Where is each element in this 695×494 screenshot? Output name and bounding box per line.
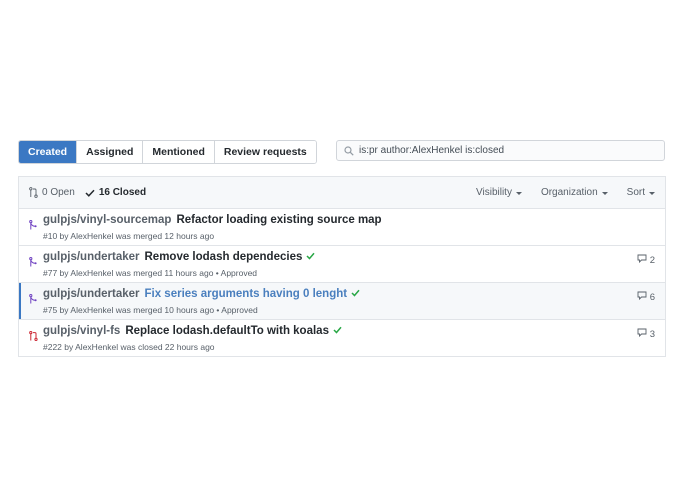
- check-icon: [85, 189, 95, 197]
- comment-count: 6: [649, 291, 655, 303]
- repo-link[interactable]: gulpjs/undertaker: [43, 251, 140, 263]
- comment-count: 3: [649, 328, 655, 340]
- pr-title-link[interactable]: Fix series arguments having 0 lenght: [145, 288, 348, 300]
- check-icon: [333, 325, 342, 337]
- tab-created[interactable]: Created: [19, 141, 77, 163]
- check-icon: [351, 288, 360, 300]
- caret-down-icon: [515, 191, 522, 195]
- merged-pr-icon: [29, 254, 37, 272]
- pr-title-line: gulpjs/vinyl-fs Replace lodash.defaultTo …: [43, 325, 342, 337]
- comments-link[interactable]: 2: [637, 254, 655, 266]
- pr-meta: #77 by AlexHenkel was merged 11 hours ag…: [43, 268, 258, 278]
- comments-link[interactable]: 3: [637, 328, 655, 340]
- pr-meta: #222 by AlexHenkel was closed 22 hours a…: [43, 342, 215, 352]
- search-icon: [344, 145, 354, 156]
- list-item[interactable]: gulpjs/vinyl-fs Replace lodash.defaultTo …: [19, 320, 665, 357]
- filter-dropdowns: Visibility Organization Sort: [457, 177, 655, 208]
- pr-title-link[interactable]: Remove lodash dependecies: [145, 251, 303, 263]
- filter-tabs: Created Assigned Mentioned Review reques…: [18, 140, 317, 164]
- sort-dropdown[interactable]: Sort: [627, 187, 655, 198]
- repo-link[interactable]: gulpjs/undertaker: [43, 288, 140, 300]
- tab-assigned[interactable]: Assigned: [76, 141, 143, 163]
- search-box[interactable]: [336, 140, 665, 161]
- repo-link[interactable]: gulpjs/vinyl-fs: [43, 325, 120, 337]
- visibility-dropdown[interactable]: Visibility: [476, 187, 522, 198]
- pr-title-line: gulpjs/undertaker Remove lodash dependeci…: [43, 251, 315, 263]
- list-item[interactable]: gulpjs/undertaker Fix series arguments ha…: [19, 283, 665, 320]
- organization-label: Organization: [540, 187, 598, 198]
- pr-title-link[interactable]: Replace lodash.defaultTo with koalas: [125, 325, 329, 337]
- organization-dropdown[interactable]: Organization: [541, 187, 608, 198]
- open-count: 0 Open: [42, 187, 75, 198]
- caret-down-icon: [601, 191, 608, 195]
- list-header: 0 Open 16 Closed Visibility Organization…: [19, 177, 665, 209]
- repo-link[interactable]: gulpjs/vinyl-sourcemap: [43, 214, 171, 226]
- pr-title-link[interactable]: Refactor loading existing source map: [176, 214, 381, 226]
- open-filter[interactable]: 0 Open: [29, 187, 75, 198]
- pull-request-list: 0 Open 16 Closed Visibility Organization…: [18, 176, 666, 357]
- tab-mentioned[interactable]: Mentioned: [142, 141, 214, 163]
- comment-icon: [637, 254, 650, 266]
- pr-meta: #75 by AlexHenkel was merged 10 hours ag…: [43, 305, 258, 315]
- list-item[interactable]: gulpjs/undertaker Remove lodash dependeci…: [19, 246, 665, 283]
- pr-title-line: gulpjs/undertaker Fix series arguments ha…: [43, 288, 360, 300]
- pull-request-icon: [29, 187, 38, 198]
- comments-link[interactable]: 6: [637, 291, 655, 303]
- list-item[interactable]: gulpjs/vinyl-sourcemap Refactor loading e…: [19, 209, 665, 246]
- comment-count: 2: [649, 254, 655, 266]
- merged-pr-icon: [29, 291, 37, 309]
- pr-title-line: gulpjs/vinyl-sourcemap Refactor loading e…: [43, 214, 382, 226]
- closed-pr-icon: [29, 328, 38, 346]
- sort-label: Sort: [626, 187, 645, 198]
- visibility-label: Visibility: [476, 187, 512, 198]
- caret-down-icon: [649, 191, 655, 195]
- merged-pr-icon: [29, 217, 37, 235]
- pr-meta: #10 by AlexHenkel was merged 12 hours ag…: [43, 231, 215, 241]
- comment-icon: [637, 328, 650, 340]
- search-input[interactable]: [354, 141, 664, 160]
- check-icon: [306, 251, 315, 263]
- comment-icon: [637, 291, 650, 303]
- closed-count: 16 Closed: [98, 187, 147, 198]
- closed-filter[interactable]: 16 Closed: [85, 187, 146, 198]
- tab-review-requests[interactable]: Review requests: [213, 141, 316, 163]
